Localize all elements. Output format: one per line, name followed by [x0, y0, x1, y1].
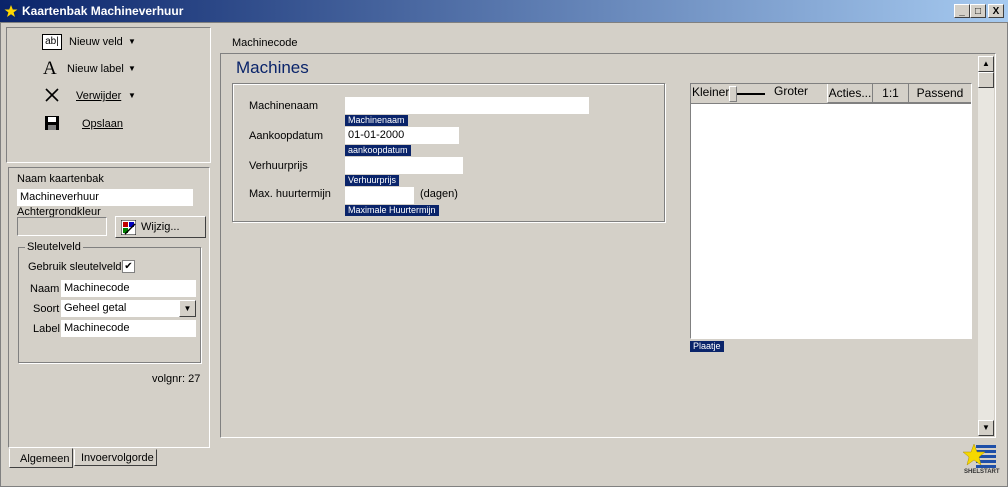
delete-x-icon [45, 88, 59, 102]
new-field-button[interactable]: ab| Nieuw veld ▼ [42, 34, 142, 50]
keyfield-name-label: Naam [30, 283, 60, 295]
max-huurtermijn-input[interactable] [345, 187, 414, 204]
tab-invoervolgorde-label: Invoervolgorde [81, 452, 154, 464]
tab-invoervolgorde[interactable]: Invoervolgorde [74, 449, 157, 466]
save-label: Opslaan [82, 118, 123, 130]
delete-label: Verwijder [76, 90, 122, 102]
breadcrumb: Machinecode [232, 37, 298, 49]
keyfield-group-title: Sleutelveld [25, 241, 83, 253]
field-label-max-huurtermijn: Max. huurtermijn [249, 188, 331, 200]
verhuurprijs-tag: Verhuurprijs [345, 175, 400, 186]
scroll-down-icon[interactable]: ▼ [978, 420, 994, 436]
machinenaam-input[interactable] [345, 97, 589, 114]
logo-text: SHELSTART [964, 469, 1000, 475]
image-panel[interactable] [690, 83, 972, 339]
use-keyfield-label: Gebruik sleutelveld [28, 261, 122, 273]
use-keyfield-checkbox[interactable]: ✔ [122, 260, 135, 273]
app-icon [4, 4, 18, 18]
logo: SHELSTART [962, 443, 1000, 479]
scroll-up-icon[interactable]: ▲ [978, 56, 994, 72]
name-label: Naam kaartenbak [17, 173, 104, 185]
minimize-button[interactable]: _ [954, 4, 970, 18]
field-label-aankoopdatum: Aankoopdatum [249, 130, 323, 142]
actions-button[interactable]: Acties... [827, 84, 873, 103]
sequence-number: volgnr: 27 [152, 373, 201, 385]
name-input[interactable]: Machineverhuur [17, 189, 193, 206]
chevron-down-icon: ▼ [128, 91, 136, 100]
verhuurprijs-input[interactable] [345, 157, 463, 174]
palette-icon [121, 220, 136, 235]
change-color-button[interactable]: Wijzig... [115, 216, 206, 238]
aankoopdatum-tag: aankoopdatum [345, 145, 411, 156]
textfield-icon: ab| [42, 34, 62, 50]
scroll-thumb[interactable] [978, 72, 994, 88]
zoom-slider-thumb[interactable] [729, 86, 737, 102]
smaller-label: Kleiner [692, 85, 730, 99]
keyfield-name-input[interactable]: Machinecode [61, 280, 196, 297]
save-button[interactable]: Opslaan [42, 115, 142, 133]
delete-button[interactable]: Verwijder ▼ [42, 87, 142, 105]
max-huurtermijn-tag: Maximale Huurtermijn [345, 205, 439, 216]
aankoopdatum-input[interactable]: 01-01-2000 [345, 127, 459, 144]
chevron-down-icon: ▼ [128, 37, 136, 46]
close-button[interactable]: X [988, 4, 1004, 18]
new-field-label: Nieuw veld [69, 36, 123, 48]
keyfield-type-select[interactable]: Geheel getal [61, 300, 179, 317]
title-bar: Kaartenbak Machineverhuur _ □ X [0, 0, 1008, 22]
tab-algemeen[interactable]: Algemeen [9, 448, 73, 468]
one-to-one-button[interactable]: 1:1 [873, 84, 909, 103]
new-label-button[interactable]: A Nieuw label ▼ [42, 58, 142, 80]
machinenaam-tag: Machinenaam [345, 115, 408, 126]
field-label-verhuurprijs: Verhuurprijs [249, 160, 308, 172]
tab-algemeen-label: Algemeen [20, 453, 70, 465]
vertical-scrollbar[interactable] [978, 56, 994, 436]
keyfield-label-label: Label [33, 323, 60, 335]
star-logo-icon [962, 443, 996, 468]
keyfield-type-label: Soort [33, 303, 60, 315]
days-suffix: (dagen) [420, 188, 458, 200]
keyfield-label-input[interactable]: Machinecode [61, 320, 196, 337]
fit-button[interactable]: Passend [909, 84, 971, 103]
change-button-label: Wijzig... [141, 221, 180, 233]
image-tag: Plaatje [690, 341, 724, 352]
field-label-machinenaam: Machinenaam [249, 100, 319, 112]
chevron-down-icon: ▼ [128, 64, 136, 73]
image-toolbar: Kleiner Groter Acties... 1:1 Passend [691, 84, 971, 104]
dropdown-arrow-icon[interactable]: ▼ [179, 300, 196, 317]
maximize-button[interactable]: □ [970, 4, 986, 18]
bgcolor-swatch[interactable] [17, 217, 107, 236]
floppy-disk-icon [45, 116, 59, 130]
window-title: Kaartenbak Machineverhuur [22, 4, 184, 18]
new-label-label: Nieuw label [67, 63, 124, 75]
form-title: Machines [236, 58, 309, 77]
larger-label: Groter [774, 84, 809, 98]
label-icon: A [43, 58, 57, 79]
